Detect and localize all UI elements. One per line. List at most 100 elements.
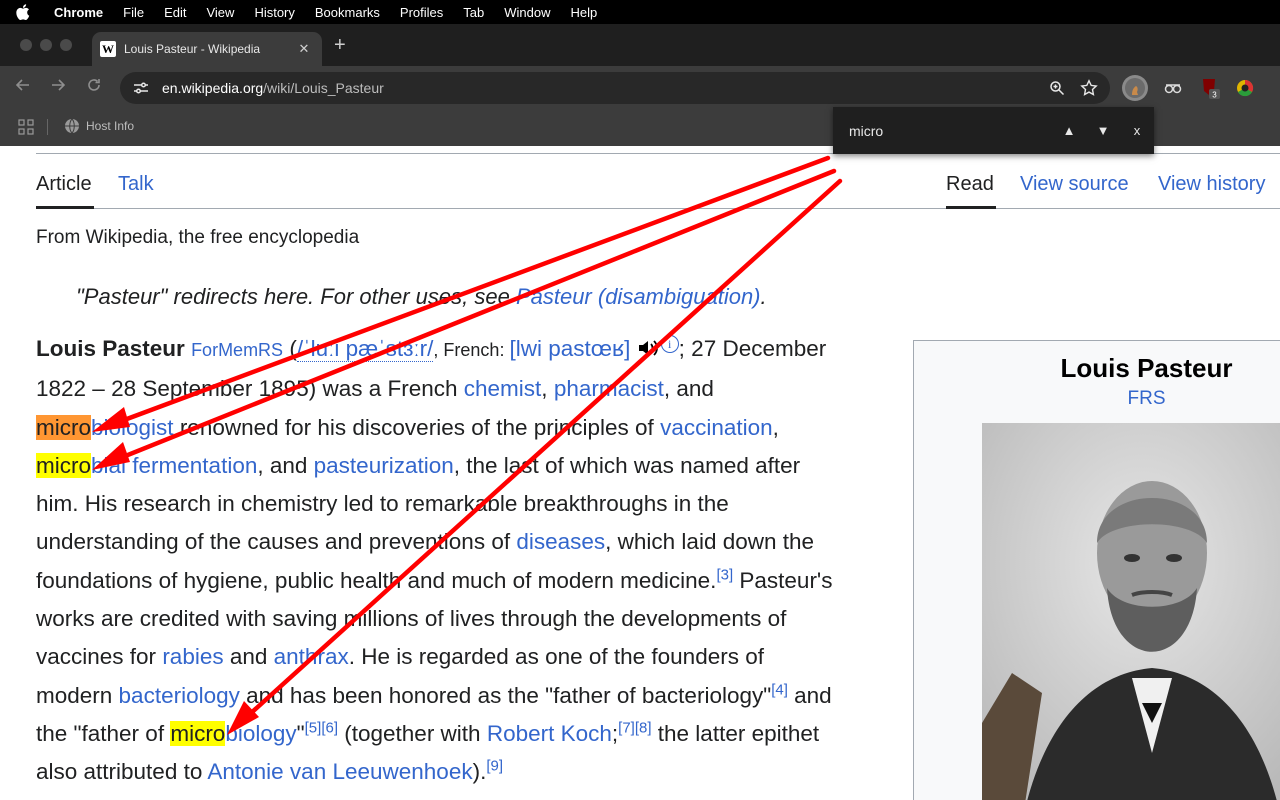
- menu-chrome[interactable]: Chrome: [54, 5, 103, 20]
- tab-view-source[interactable]: View source: [1020, 173, 1129, 196]
- reference-3-link[interactable]: [3]: [716, 566, 733, 583]
- speaker-icon[interactable]: [637, 332, 661, 370]
- tabs-divider: [36, 208, 1280, 209]
- leeuwenhoek-link[interactable]: Antonie van Leeuwenhoek: [207, 759, 472, 784]
- window-close-button[interactable]: [20, 39, 32, 51]
- back-arrow-icon[interactable]: [12, 77, 34, 99]
- menu-help[interactable]: Help: [571, 5, 598, 20]
- read-tab-underline: [946, 206, 996, 209]
- link-text: bial fermentation: [91, 452, 258, 478]
- profile-avatar-icon[interactable]: [1122, 75, 1148, 101]
- text: the "father of: [36, 720, 171, 746]
- ublock-extension-icon[interactable]: 3: [1196, 75, 1222, 101]
- menu-history[interactable]: History: [254, 5, 294, 20]
- rabies-link[interactable]: rabies: [162, 644, 223, 669]
- microbial-fermentation-link[interactable]: microbial fermentation: [36, 452, 258, 478]
- bookmark-star-icon[interactable]: [1078, 77, 1100, 99]
- apple-icon[interactable]: [16, 4, 38, 20]
- infobox-title: Louis Pasteur: [1060, 353, 1233, 383]
- robert-koch-link[interactable]: Robert Koch: [487, 721, 612, 746]
- anthrax-link[interactable]: anthrax: [274, 644, 349, 669]
- pasteurization-link[interactable]: pasteurization: [314, 453, 454, 478]
- reload-icon[interactable]: [83, 77, 105, 99]
- ipa-french-link[interactable]: [lwi pastœʁ]: [509, 336, 630, 361]
- info-icon[interactable]: i: [660, 334, 679, 353]
- menu-tab[interactable]: Tab: [463, 5, 484, 20]
- microbiologist-link[interactable]: microbiologist: [36, 414, 174, 440]
- line-11: the "father of microbiology"[5][6] (toge…: [36, 715, 906, 753]
- hatnote-period: .: [760, 284, 767, 309]
- reference-9-link[interactable]: [9]: [486, 758, 503, 775]
- tab-view-history[interactable]: View history: [1158, 173, 1265, 196]
- text: also attributed to: [36, 759, 208, 785]
- menu-window[interactable]: Window: [504, 5, 550, 20]
- menu-file[interactable]: File: [123, 5, 144, 20]
- bacteriology-link[interactable]: bacteriology: [119, 683, 240, 708]
- ipa-english-link[interactable]: /ˈluːi pæˈstɜːr/: [296, 336, 434, 362]
- text: Pasteur's: [733, 567, 833, 593]
- disambiguation-link[interactable]: Pasteur (disambiguation): [516, 284, 761, 309]
- frs-link[interactable]: FRS: [914, 388, 1280, 410]
- tab-close-icon[interactable]: ✕: [296, 41, 312, 57]
- find-bar: micro ▲ ▼ x: [833, 107, 1154, 154]
- site-settings-icon[interactable]: [132, 79, 152, 97]
- line-2: 1822 – 28 September 1895) was a French c…: [36, 370, 906, 408]
- pharmacist-link[interactable]: pharmacist: [554, 376, 664, 401]
- menu-profiles[interactable]: Profiles: [400, 5, 443, 20]
- find-match: micro: [36, 452, 91, 478]
- window-minimize-button[interactable]: [40, 39, 52, 51]
- color-extension-icon[interactable]: [1232, 75, 1258, 101]
- text: understanding of the causes and preventi…: [36, 529, 517, 555]
- link-text: biology: [225, 720, 297, 746]
- tab-read[interactable]: Read: [946, 173, 994, 196]
- url-host: en.wikipedia.org: [162, 80, 264, 96]
- tagline: From Wikipedia, the free encyclopedia: [36, 227, 360, 248]
- menu-bookmarks[interactable]: Bookmarks: [315, 5, 380, 20]
- text: , and: [257, 452, 314, 478]
- menu-view[interactable]: View: [206, 5, 234, 20]
- text: ,: [541, 376, 554, 402]
- line-3: microbiologist renowned for his discover…: [36, 409, 906, 447]
- chemist-link[interactable]: chemist: [464, 376, 542, 401]
- bookmark-host-info[interactable]: Host Info: [64, 118, 134, 134]
- reference-5-6-link[interactable]: [5][6]: [305, 719, 338, 736]
- line-12: also attributed to Antonie van Leeuwenho…: [36, 753, 906, 791]
- article-tab-underline: [36, 206, 94, 209]
- diseases-link[interactable]: diseases: [516, 529, 605, 554]
- formemrs-link[interactable]: ForMemRS: [191, 340, 283, 360]
- portrait-photo[interactable]: [982, 423, 1280, 800]
- apps-grid-icon[interactable]: [18, 119, 34, 138]
- line-10: modern bacteriology and has been honored…: [36, 677, 906, 715]
- spy-extension-icon[interactable]: [1160, 75, 1186, 101]
- find-next-button[interactable]: ▼: [1086, 123, 1120, 138]
- line-1: Louis Pasteur ForMemRS (/ˈluːi pæˈstɜːr/…: [36, 330, 906, 370]
- bookmark-label: Host Info: [86, 119, 135, 133]
- text: ).: [472, 759, 487, 785]
- tab-louis-pasteur[interactable]: W Louis Pasteur - Wikipedia ✕: [92, 32, 322, 66]
- find-input[interactable]: micro: [833, 123, 1052, 139]
- window-zoom-button[interactable]: [60, 39, 72, 51]
- text: modern: [36, 682, 119, 708]
- wikipedia-page: Article Talk Read View source View histo…: [0, 146, 1280, 800]
- vaccination-link[interactable]: vaccination: [660, 415, 773, 440]
- extension-badge-count: 3: [1212, 91, 1217, 100]
- reference-4-link[interactable]: [4]: [771, 681, 788, 698]
- hatnote: "Pasteur" redirects here. For other uses…: [76, 284, 767, 310]
- text: the latter epithet: [651, 720, 820, 746]
- line-9: vaccines for rabies and anthrax. He is r…: [36, 638, 906, 676]
- zoom-icon[interactable]: [1046, 77, 1068, 99]
- line-5: him. His research in chemistry led to re…: [36, 491, 729, 517]
- reference-7-8-link[interactable]: [7][8]: [618, 719, 651, 736]
- tab-article[interactable]: Article: [36, 173, 92, 196]
- url-text[interactable]: en.wikipedia.org/wiki/Louis_Pasteur: [162, 80, 1046, 96]
- microbiology-link[interactable]: microbiology: [170, 720, 297, 746]
- address-bar[interactable]: en.wikipedia.org/wiki/Louis_Pasteur: [120, 72, 1110, 104]
- text: vaccines for: [36, 644, 163, 670]
- find-close-button[interactable]: x: [1120, 123, 1154, 138]
- menu-edit[interactable]: Edit: [164, 5, 186, 20]
- find-previous-button[interactable]: ▲: [1052, 123, 1086, 138]
- forward-arrow-icon[interactable]: [47, 77, 69, 99]
- new-tab-button[interactable]: +: [334, 35, 346, 55]
- tab-talk[interactable]: Talk: [118, 173, 154, 196]
- macos-menu-bar: Chrome File Edit View History Bookmarks …: [0, 0, 1280, 24]
